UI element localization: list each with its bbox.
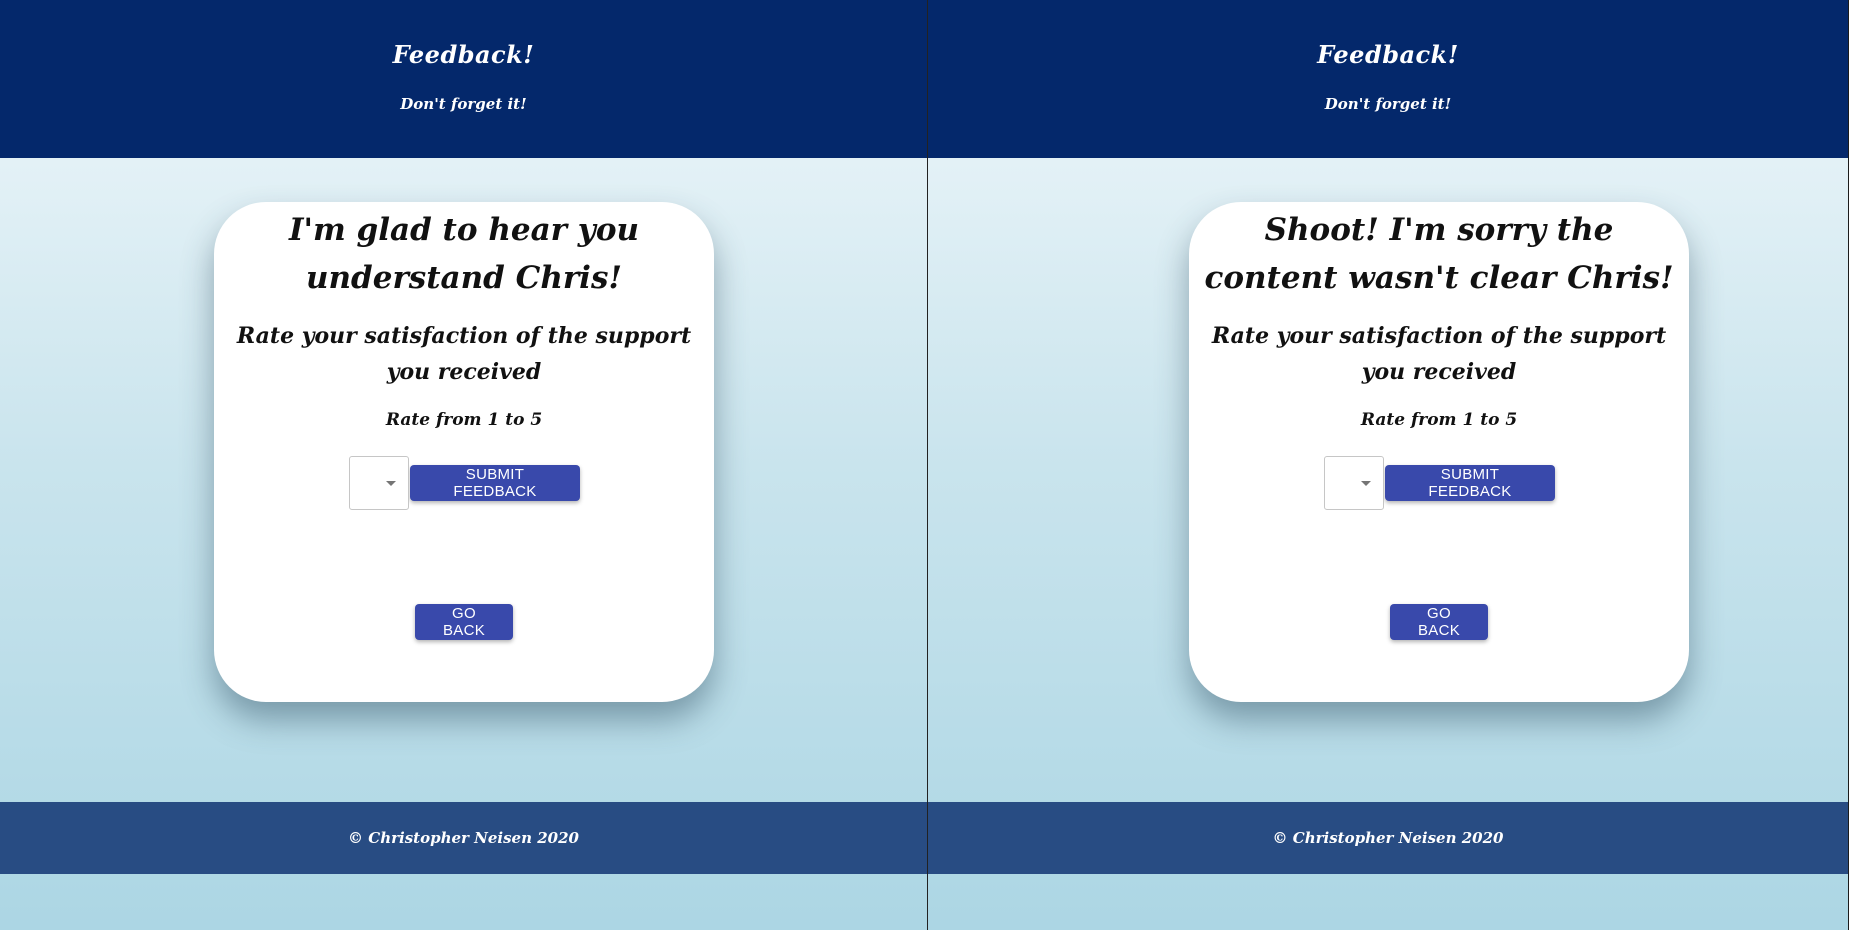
card-heading: Shoot! I'm sorry the content wasn't clea… <box>1204 212 1674 296</box>
rate-satisfaction-title: Rate your satisfaction of the support yo… <box>236 323 692 385</box>
feedback-page-left: Feedback! Don't forget it! I'm glad to h… <box>0 0 928 930</box>
caret-down-icon <box>386 481 396 486</box>
rate-satisfaction-title: Rate your satisfaction of the support yo… <box>1211 323 1667 385</box>
rating-select[interactable] <box>1324 456 1384 510</box>
header-title: Feedback! <box>1317 40 1459 69</box>
page-header: Feedback! Don't forget it! <box>928 0 1848 158</box>
rate-range-label: Rate from 1 to 5 <box>1360 410 1518 430</box>
feedback-page-right: Feedback! Don't forget it! Shoot! I'm so… <box>928 0 1848 930</box>
go-back-button[interactable]: GO BACK <box>415 604 513 640</box>
screenshot-wrapper: Feedback! Don't forget it! I'm glad to h… <box>0 0 1849 930</box>
feedback-card: Shoot! I'm sorry the content wasn't clea… <box>1189 202 1689 702</box>
rating-controls: SUBMIT FEEDBACK <box>349 456 580 510</box>
submit-feedback-button[interactable]: SUBMIT FEEDBACK <box>410 465 580 501</box>
header-subtitle: Don't forget it! <box>1324 95 1452 113</box>
page-footer: © Christopher Neisen 2020 <box>928 802 1848 874</box>
go-back-button[interactable]: GO BACK <box>1390 604 1488 640</box>
page-footer: © Christopher Neisen 2020 <box>0 802 927 874</box>
rating-controls: SUBMIT FEEDBACK <box>1324 456 1555 510</box>
header-title: Feedback! <box>392 40 535 69</box>
caret-down-icon <box>1361 481 1371 486</box>
submit-feedback-button[interactable]: SUBMIT FEEDBACK <box>1385 465 1555 501</box>
feedback-card: I'm glad to hear you understand Chris! R… <box>214 202 714 702</box>
rating-select[interactable] <box>349 456 409 510</box>
page-header: Feedback! Don't forget it! <box>0 0 927 158</box>
header-subtitle: Don't forget it! <box>400 95 527 113</box>
rate-range-label: Rate from 1 to 5 <box>385 410 543 430</box>
card-heading: I'm glad to hear you understand Chris! <box>288 212 640 296</box>
